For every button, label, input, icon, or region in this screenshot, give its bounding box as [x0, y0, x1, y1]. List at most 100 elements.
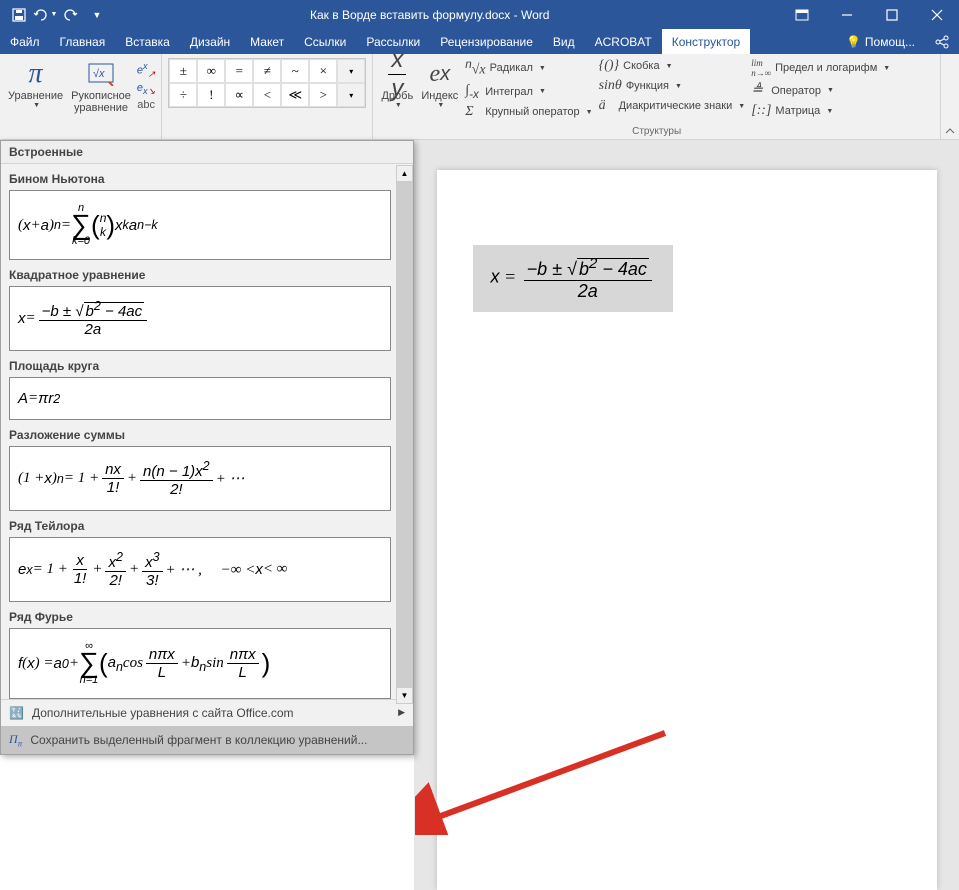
- tab-file[interactable]: Файл: [0, 29, 50, 54]
- diacritics-icon: ä: [599, 98, 615, 114]
- symbol-gt[interactable]: >: [309, 83, 337, 107]
- gallery-item-sum-expansion[interactable]: Разложение суммы (1 + x)n = 1 + nx1! + n…: [1, 420, 413, 511]
- equation-button[interactable]: π Уравнение ▼: [4, 56, 67, 116]
- function-button[interactable]: sinθФункция▼: [596, 76, 749, 96]
- limit-log-button[interactable]: limn→∞Предел и логарифм▼: [748, 56, 893, 80]
- tab-review[interactable]: Рецензирование: [430, 29, 543, 54]
- tab-insert[interactable]: Вставка: [115, 29, 180, 54]
- title-bar: ▼ ▼ Как в Ворде вставить формулу.docx - …: [0, 0, 959, 29]
- symbol-muchlt[interactable]: ≪: [281, 83, 309, 107]
- symbol-scroll-up[interactable]: ▾: [337, 59, 365, 83]
- scroll-up-button[interactable]: ▲: [396, 165, 413, 182]
- tab-design[interactable]: Дизайн: [180, 29, 240, 54]
- chevron-right-icon: ▶: [398, 707, 405, 718]
- tab-home[interactable]: Главная: [50, 29, 116, 54]
- index-icon: ex: [424, 58, 456, 90]
- symbol-equals[interactable]: =: [225, 59, 253, 83]
- integral-button[interactable]: ∫-xИнтеграл▼: [462, 81, 595, 103]
- gallery-scrollbar[interactable]: ▲ ▼: [396, 165, 413, 704]
- bracket-icon: {()}: [599, 58, 620, 74]
- professional-button[interactable]: ex↗: [137, 61, 155, 80]
- ink-equation-button[interactable]: √x Рукописное уравнение: [67, 56, 135, 116]
- symbol-lt[interactable]: <: [253, 83, 281, 107]
- symbol-more[interactable]: ▾: [337, 83, 365, 107]
- save-button[interactable]: [6, 2, 32, 28]
- collapse-ribbon-button[interactable]: [941, 54, 959, 139]
- help-label: Помощ...: [865, 35, 915, 49]
- svg-text:√x: √x: [93, 68, 105, 80]
- gallery-item-taylor[interactable]: Ряд Тейлора ex = 1 + x1! + x22! + x33! +…: [1, 511, 413, 602]
- fraction-icon: xy: [381, 58, 413, 90]
- tab-references[interactable]: Ссылки: [294, 29, 356, 54]
- scroll-thumb[interactable]: [396, 182, 413, 687]
- symbol-infinity[interactable]: ∞: [197, 59, 225, 83]
- symbol-grid: ± ∞ = ≠ ~ × ▾ ÷ ! ∝ < ≪ > ▾: [168, 58, 366, 108]
- function-icon: sinθ: [599, 78, 622, 94]
- qat-customize[interactable]: ▼: [84, 2, 110, 28]
- tell-me-button[interactable]: 💡 Помощ...: [846, 35, 925, 49]
- chevron-down-icon: ▼: [33, 102, 40, 109]
- ribbon-display-options[interactable]: [779, 0, 824, 29]
- ribbon-group-tools: π Уравнение ▼ √x Рукописное уравнение ex…: [0, 54, 162, 139]
- ink-equation-label: Рукописное уравнение: [71, 90, 131, 114]
- symbol-not-equals[interactable]: ≠: [253, 59, 281, 83]
- symbol-times[interactable]: ×: [309, 59, 337, 83]
- fraction-button[interactable]: xy Дробь▼: [377, 56, 417, 122]
- maximize-button[interactable]: [869, 0, 914, 29]
- matrix-icon: [::]: [751, 103, 771, 119]
- save-to-gallery-button[interactable]: Ππ Сохранить выделенный фрагмент в колле…: [1, 726, 413, 754]
- index-button[interactable]: ex Индекс▼: [417, 56, 462, 122]
- account-area[interactable]: [709, 0, 779, 29]
- symbol-factorial[interactable]: !: [197, 83, 225, 107]
- gallery-item-fourier[interactable]: Ряд Фурье f(x) = a0 + ∞∑n=1 (an cosnπxL …: [1, 602, 413, 698]
- share-button[interactable]: [925, 35, 959, 49]
- linear-button[interactable]: ex↘: [137, 82, 155, 97]
- operator-icon: ≜: [751, 82, 767, 99]
- scroll-down-button[interactable]: ▼: [396, 687, 413, 704]
- lightbulb-icon: 💡: [846, 35, 861, 49]
- equation-label: Уравнение: [8, 90, 63, 102]
- symbol-tilde[interactable]: ~: [281, 59, 309, 83]
- quick-access-toolbar: ▼ ▼: [0, 2, 110, 28]
- pi-icon: π: [20, 58, 52, 90]
- ribbon-group-symbols: ± ∞ = ≠ ~ × ▾ ÷ ! ∝ < ≪ > ▾: [162, 54, 373, 139]
- large-operator-button[interactable]: ΣКрупный оператор▼: [462, 102, 595, 122]
- gallery-item-circle-area[interactable]: Площадь круга A = πr2: [1, 351, 413, 420]
- tab-layout[interactable]: Макет: [240, 29, 294, 54]
- symbol-divide[interactable]: ÷: [169, 83, 197, 107]
- integral-icon: ∫-x: [465, 83, 481, 101]
- normal-text-button[interactable]: abc: [137, 99, 155, 111]
- close-button[interactable]: [914, 0, 959, 29]
- window-title: Как в Ворде вставить формулу.docx - Word: [110, 8, 709, 22]
- symbol-plusminus[interactable]: ±: [169, 59, 197, 83]
- inserted-equation[interactable]: x = −b ± √b2 − 4ac2a: [473, 245, 673, 312]
- annotation-arrow: [415, 725, 675, 835]
- limit-icon: limn→∞: [751, 58, 771, 78]
- redo-button[interactable]: [58, 2, 84, 28]
- matrix-button[interactable]: [::]Матрица▼: [748, 101, 893, 121]
- diacritics-button[interactable]: äДиакритические знаки▼: [596, 96, 749, 116]
- undo-button[interactable]: ▼: [32, 2, 58, 28]
- gallery-item-quadratic[interactable]: Квадратное уравнение x = −b ± √b2 − 4ac2…: [1, 260, 413, 351]
- tab-constructor[interactable]: Конструктор: [662, 29, 750, 54]
- pi-small-icon: Ππ: [9, 732, 22, 748]
- structures-group-label: Структуры: [377, 126, 936, 137]
- minimize-button[interactable]: [824, 0, 869, 29]
- radical-icon: n√x: [465, 58, 485, 79]
- tab-acrobat[interactable]: ACROBAT: [585, 29, 662, 54]
- gallery-items: Бином Ньютона (x + a)n = n∑k=0 (nk) xkan…: [1, 164, 413, 699]
- ribbon-group-structures: xy Дробь▼ ex Индекс▼ n√xРадикал▼ ∫-xИнте…: [373, 54, 941, 139]
- radical-button[interactable]: n√xРадикал▼: [462, 56, 595, 81]
- gallery-footer: 🔣 Дополнительные уравнения с сайта Offic…: [1, 699, 413, 754]
- sigma-icon: Σ: [465, 104, 481, 120]
- symbol-propto[interactable]: ∝: [225, 83, 253, 107]
- office-icon: 🔣: [9, 706, 24, 720]
- ink-icon: √x: [85, 58, 117, 90]
- ribbon: π Уравнение ▼ √x Рукописное уравнение ex…: [0, 54, 959, 140]
- bracket-button[interactable]: {()}Скобка▼: [596, 56, 749, 76]
- more-equations-button[interactable]: 🔣 Дополнительные уравнения с сайта Offic…: [1, 700, 413, 726]
- operator-button[interactable]: ≜Оператор▼: [748, 80, 893, 101]
- ribbon-tabs: Файл Главная Вставка Дизайн Макет Ссылки…: [0, 29, 959, 54]
- gallery-item-binomial[interactable]: Бином Ньютона (x + a)n = n∑k=0 (nk) xkan…: [1, 164, 413, 260]
- tab-view[interactable]: Вид: [543, 29, 585, 54]
